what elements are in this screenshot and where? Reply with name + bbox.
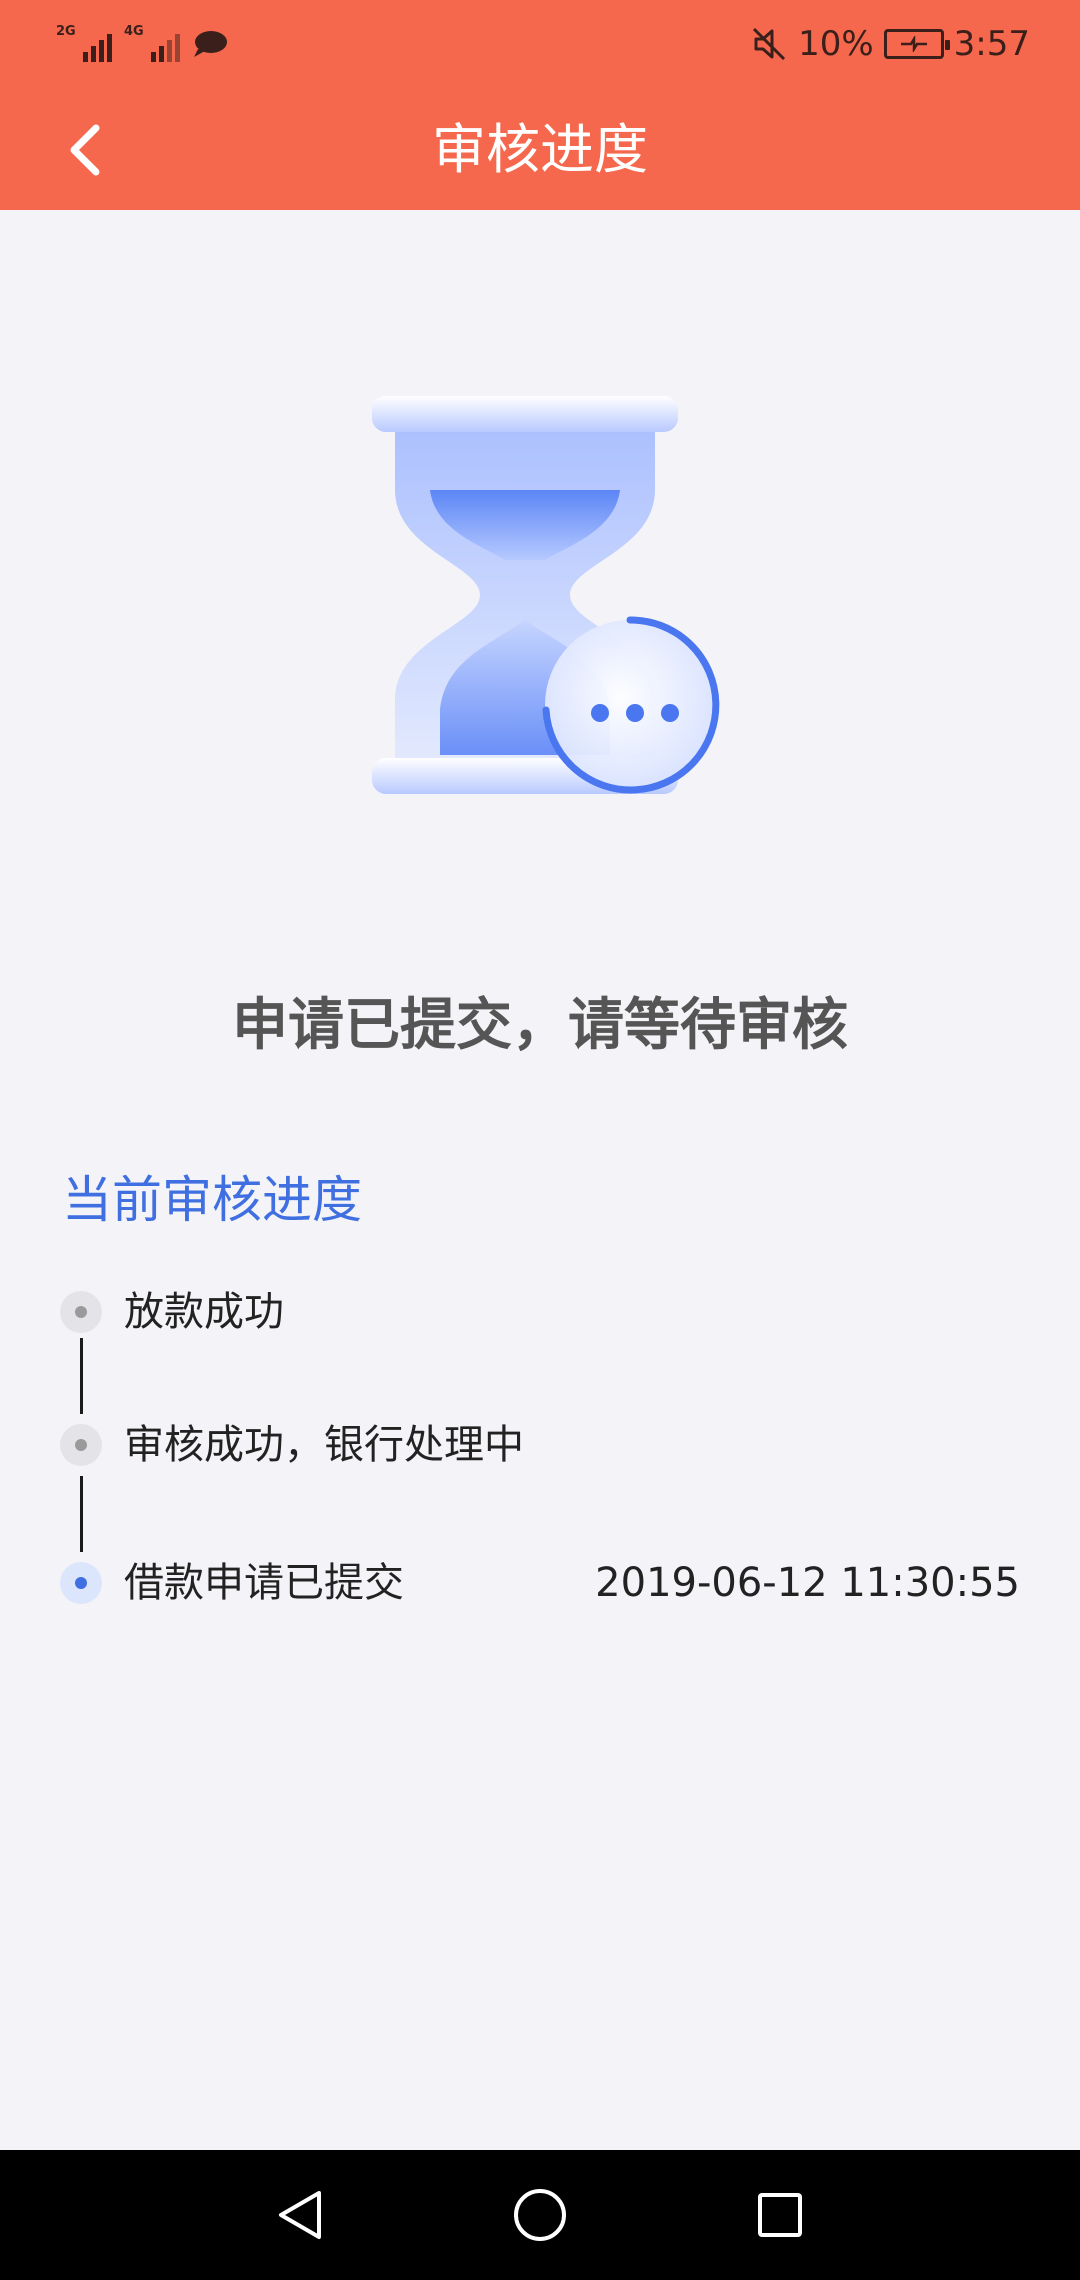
signal-4g-icon: 4G xyxy=(124,24,180,64)
step-time: 2019-06-12 11:30:55 xyxy=(595,1560,1020,1606)
progress-section-title: 当前审核进度 xyxy=(62,1171,362,1229)
network-type-label: 2G xyxy=(56,24,76,39)
network-type-label: 4G xyxy=(124,24,144,39)
step-dot-active xyxy=(60,1562,102,1604)
timeline-step: 审核成功，银行处理中 xyxy=(0,1415,1080,1475)
nav-home-button[interactable] xyxy=(500,2175,580,2255)
system-nav-bar xyxy=(0,2150,1080,2280)
triangle-back-icon xyxy=(279,2191,321,2239)
mute-icon xyxy=(753,27,786,61)
battery-icon xyxy=(883,29,950,59)
nav-recents-button[interactable] xyxy=(740,2175,820,2255)
circle-home-icon xyxy=(514,2189,566,2241)
header-bar: 审核进度 xyxy=(0,90,1080,210)
step-dot xyxy=(60,1291,102,1333)
step-label: 审核成功，银行处理中 xyxy=(124,1422,524,1468)
status-message: 申请已提交，请等待审核 xyxy=(232,993,848,1058)
signal-2g-icon: 2G xyxy=(56,24,112,64)
timeline-connector xyxy=(80,1338,83,1414)
square-recents-icon xyxy=(758,2193,802,2237)
status-right: 10% 3:57 xyxy=(750,22,1030,66)
step-label: 放款成功 xyxy=(124,1289,284,1335)
page-title: 审核进度 xyxy=(432,118,648,181)
nav-back-button[interactable] xyxy=(260,2175,340,2255)
status-bar: 2G 4G 10% 3:57 xyxy=(0,0,1080,90)
battery-percent: 10% xyxy=(798,24,874,64)
step-label: 借款申请已提交 xyxy=(124,1560,404,1606)
status-left: 2G 4G xyxy=(56,22,228,66)
timeline-step: 借款申请已提交 2019-06-12 11:30:55 xyxy=(0,1553,1080,1613)
step-dot xyxy=(60,1424,102,1466)
clock: 3:57 xyxy=(953,24,1030,64)
timeline-connector xyxy=(80,1476,83,1552)
timeline-step: 放款成功 xyxy=(0,1282,1080,1342)
message-icon xyxy=(194,31,227,57)
hourglass-icon xyxy=(372,396,720,794)
